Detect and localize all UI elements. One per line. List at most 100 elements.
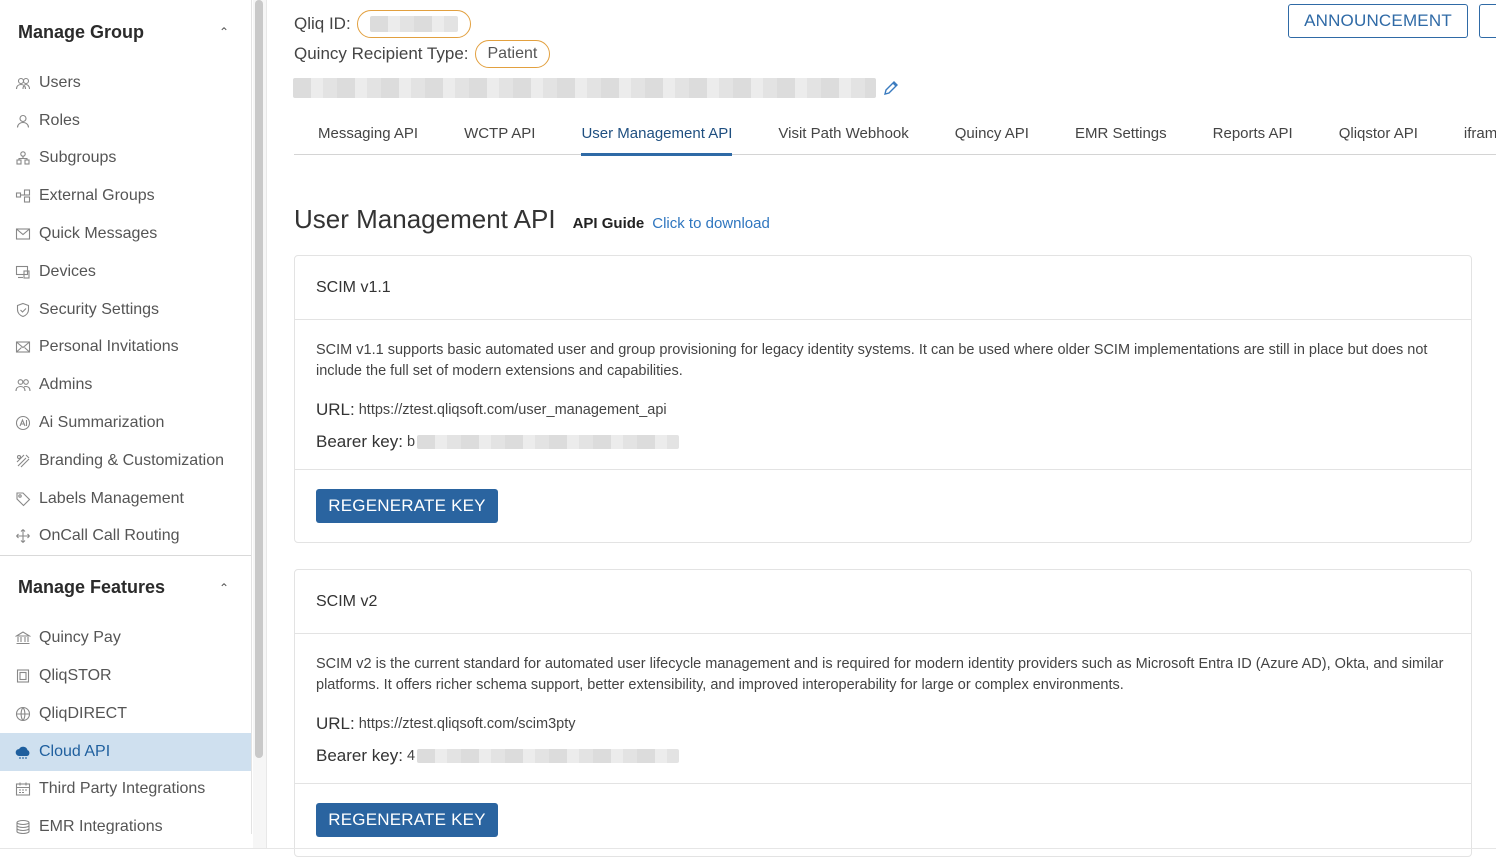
sidebar-item-users[interactable]: Users: [0, 64, 251, 102]
url-row: URL: https://ztest.qliqsoft.com/scim3pty: [316, 714, 1450, 734]
admins-icon: [14, 377, 31, 394]
card-title: SCIM v1.1: [295, 256, 1471, 320]
sidebar-item-label: Quick Messages: [39, 225, 158, 243]
sidebar-item-label: Devices: [39, 262, 96, 280]
manage-group-header[interactable]: Manage Group ⌃: [0, 0, 251, 64]
tag-icon: [14, 490, 31, 507]
sidebar-item-label: QliqSTOR: [39, 667, 112, 685]
sidebar-item-ai-summarization[interactable]: Ai Summarization: [0, 404, 251, 442]
chevron-up-icon[interactable]: ⌃: [217, 25, 231, 39]
recipient-type-badge: Patient: [474, 40, 551, 68]
tab-emr-settings[interactable]: EMR Settings: [1050, 112, 1188, 155]
subgroups-icon: [14, 150, 31, 167]
card-description: SCIM v1.1 supports basic automated user …: [316, 342, 1428, 379]
users-icon: [14, 74, 31, 91]
redacted-qliq-id: [369, 15, 458, 32]
sidebar-item-label: Cloud API: [39, 742, 111, 760]
sidebar-item-label: External Groups: [39, 187, 155, 205]
database-icon: [14, 819, 31, 834]
page-header: User Management API API Guide Click to d…: [294, 204, 770, 235]
sidebar-item-label: Subgroups: [39, 149, 117, 167]
calendar-icon: [14, 781, 31, 798]
tab-wctp-api[interactable]: WCTP API: [439, 112, 556, 155]
secondary-header-button[interactable]: [1479, 4, 1496, 38]
message-icon: [14, 226, 31, 243]
api-guide-label: API Guide: [572, 215, 645, 232]
redacted-bearer-key: [417, 435, 680, 449]
api-tabs: Messaging API WCTP API User Management API…: [294, 112, 1496, 156]
tab-reports-api[interactable]: Reports API: [1188, 112, 1314, 155]
recipient-type-row: Quincy Recipient Type: Patient: [294, 40, 551, 68]
sidebar-scrollbar[interactable]: [255, 0, 263, 758]
sidebar-item-personal-invitations[interactable]: Personal Invitations: [0, 329, 251, 367]
manage-features-title: Manage Features: [18, 577, 166, 598]
sidebar-item-label: Users: [39, 73, 81, 91]
redacted-group-name: [293, 78, 876, 98]
sidebar-item-qliqdirect[interactable]: QliqDIRECT: [0, 695, 251, 733]
recipient-type-label: Quincy Recipient Type:: [294, 44, 469, 63]
sidebar-item-external-groups[interactable]: External Groups: [0, 177, 251, 215]
bearer-key-label: Bearer key:: [316, 432, 403, 451]
sidebar-item-qliqstor[interactable]: QliqSTOR: [0, 657, 251, 695]
regenerate-key-button[interactable]: REGENERATE KEY: [316, 489, 498, 523]
shield-icon: [14, 301, 31, 318]
sidebar-item-label: Third Party Integrations: [39, 780, 206, 798]
group-name-row: [293, 78, 900, 98]
sidebar-item-subgroups[interactable]: Subgroups: [0, 140, 251, 178]
devices-icon: [14, 263, 31, 280]
user-icon: [14, 112, 31, 129]
sidebar: Manage Group ⌃ Users Roles Subgroups Extern…: [0, 0, 252, 834]
manage-features-header[interactable]: Manage Features ⌃: [0, 555, 251, 619]
announcement-button[interactable]: ANNOUNCEMENT: [1288, 4, 1468, 38]
tab-user-management-api[interactable]: User Management API: [556, 112, 753, 156]
url-value: https://ztest.qliqsoft.com/scim3pty: [358, 716, 576, 732]
sidebar-item-cloud-api[interactable]: Cloud API: [0, 732, 251, 771]
page-title: User Management API: [294, 204, 556, 234]
bearer-key-prefix: 4: [406, 748, 416, 764]
sidebar-item-devices[interactable]: Devices: [0, 253, 251, 291]
sidebar-item-quincy-pay[interactable]: Quincy Pay: [0, 619, 251, 657]
sidebar-item-quick-messages[interactable]: Quick Messages: [0, 215, 251, 253]
sidebar-item-emr-integrations[interactable]: EMR Integrations: [0, 808, 251, 834]
tab-quincy-api[interactable]: Quincy API: [930, 112, 1050, 155]
pencil-edit-icon[interactable]: [882, 79, 900, 97]
sidebar-item-label: Ai Summarization: [39, 414, 165, 432]
sidebar-item-admins[interactable]: Admins: [0, 366, 251, 404]
url-value: https://ztest.qliqsoft.com/user_manageme…: [358, 402, 667, 418]
ai-icon: [14, 415, 31, 432]
chevron-up-icon[interactable]: ⌃: [217, 581, 231, 595]
bearer-key-row: Bearer key: 4: [316, 746, 1450, 766]
tab-iframe-ap[interactable]: iframe AP: [1439, 112, 1496, 155]
regenerate-key-button[interactable]: REGENERATE KEY: [316, 803, 498, 837]
sidebar-item-label: Branding & Customization: [39, 451, 224, 469]
qliq-id-label: Qliq ID:: [294, 14, 351, 33]
sidebar-item-third-party-integrations[interactable]: Third Party Integrations: [0, 771, 251, 809]
sidebar-item-label: Labels Management: [39, 489, 184, 507]
card-footer: REGENERATE KEY: [295, 784, 1471, 856]
globe-icon: [14, 705, 31, 722]
sidebar-item-security-settings[interactable]: Security Settings: [0, 291, 251, 329]
cloud-icon: [14, 743, 31, 760]
routing-icon: [14, 528, 31, 545]
bearer-key-row: Bearer key: b: [316, 432, 1450, 452]
tab-qliqstor-api[interactable]: Qliqstor API: [1314, 112, 1439, 155]
sidebar-item-branding-customization[interactable]: Branding & Customization: [0, 442, 251, 480]
card-body: SCIM v1.1 supports basic automated user …: [295, 320, 1471, 470]
storage-icon: [14, 668, 31, 685]
sidebar-item-labels-management[interactable]: Labels Management: [0, 480, 251, 518]
scim-v1-card: SCIM v1.1 SCIM v1.1 supports basic autom…: [294, 255, 1472, 543]
sidebar-item-label: QliqDIRECT: [39, 704, 128, 722]
tab-messaging-api[interactable]: Messaging API: [294, 112, 439, 155]
sidebar-item-oncall-call-routing[interactable]: OnCall Call Routing: [0, 518, 251, 556]
card-description: SCIM v2 is the current standard for auto…: [316, 656, 1444, 693]
tab-visit-path-webhook[interactable]: Visit Path Webhook: [753, 112, 929, 155]
sidebar-item-label: Quincy Pay: [39, 629, 121, 647]
sidebar-item-label: Admins: [39, 376, 93, 394]
download-guide-link[interactable]: Click to download: [652, 215, 770, 232]
main-content: Qliq ID: Quincy Recipient Type: Patient …: [268, 0, 1496, 857]
sidebar-item-label: Personal Invitations: [39, 338, 179, 356]
sidebar-item-label: EMR Integrations: [39, 818, 163, 834]
external-groups-icon: [14, 188, 31, 205]
sidebar-item-roles[interactable]: Roles: [0, 102, 251, 140]
qliq-id-badge: [356, 10, 471, 38]
